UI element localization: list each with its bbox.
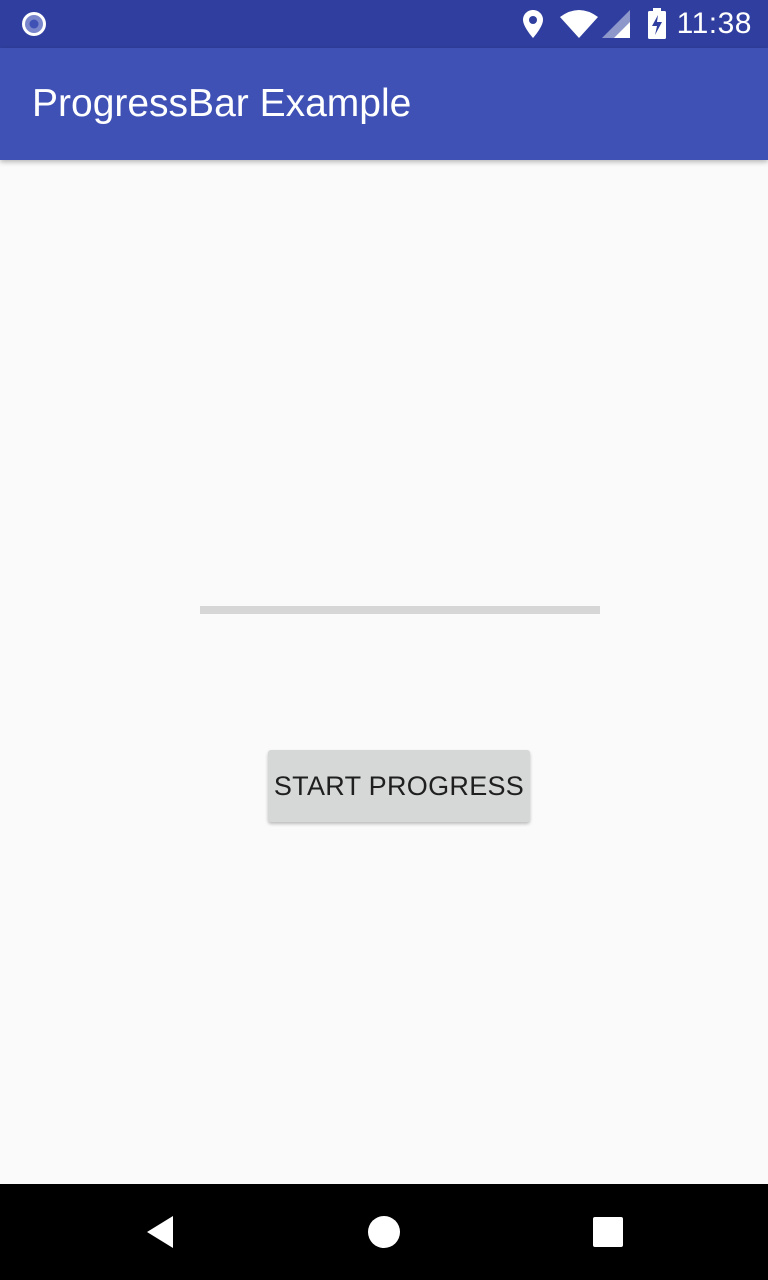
location-icon xyxy=(522,10,543,38)
recents-button[interactable] xyxy=(560,1184,656,1280)
app-bar: ProgressBar Example xyxy=(0,48,768,160)
battery-charging-icon xyxy=(647,8,666,39)
wifi-icon xyxy=(559,10,598,38)
back-icon xyxy=(147,1216,173,1248)
page-title: ProgressBar Example xyxy=(32,82,412,125)
app-indicator-icon xyxy=(22,12,46,36)
start-progress-button[interactable]: START PROGRESS xyxy=(268,750,530,822)
recents-icon xyxy=(593,1217,623,1247)
home-icon xyxy=(368,1216,400,1248)
status-icons: 11:38 xyxy=(521,0,752,48)
back-button[interactable] xyxy=(112,1184,208,1280)
progress-bar xyxy=(200,606,600,614)
navigation-bar xyxy=(0,1184,768,1280)
status-time: 11:38 xyxy=(676,7,752,40)
signal-icon xyxy=(601,10,630,38)
status-bar: 11:38 xyxy=(0,0,768,48)
home-button[interactable] xyxy=(336,1184,432,1280)
